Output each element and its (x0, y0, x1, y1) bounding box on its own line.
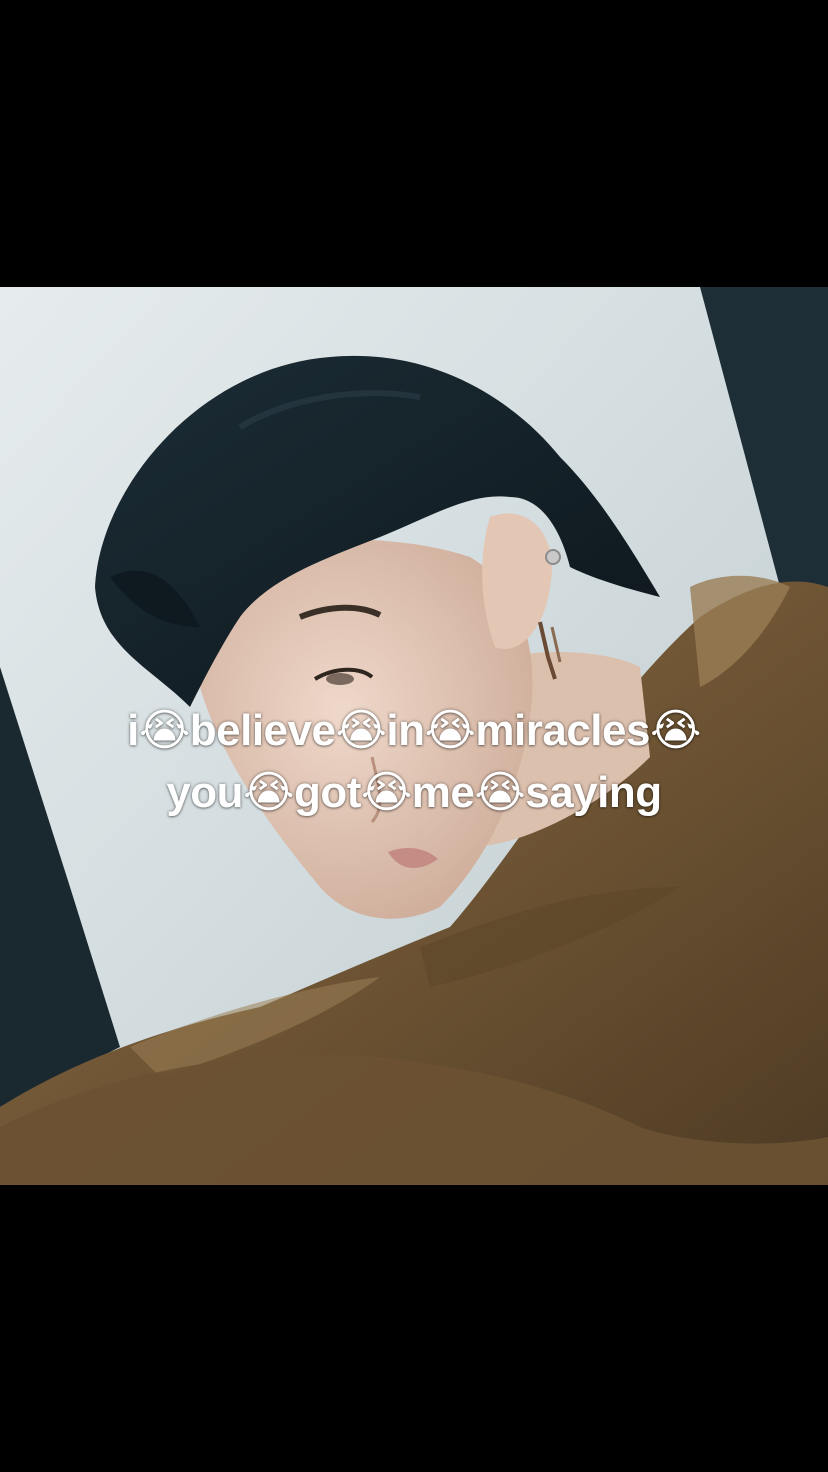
caption-line-1: i😭believe😭in😭miracles😭 (127, 706, 701, 755)
video-caption: i😭believe😭in😭miracles😭 you😭got😭me😭saying (0, 700, 828, 824)
caption-line-2: you😭got😭me😭saying (166, 768, 662, 817)
video-screen[interactable]: i😭believe😭in😭miracles😭 you😭got😭me😭saying (0, 0, 828, 1472)
